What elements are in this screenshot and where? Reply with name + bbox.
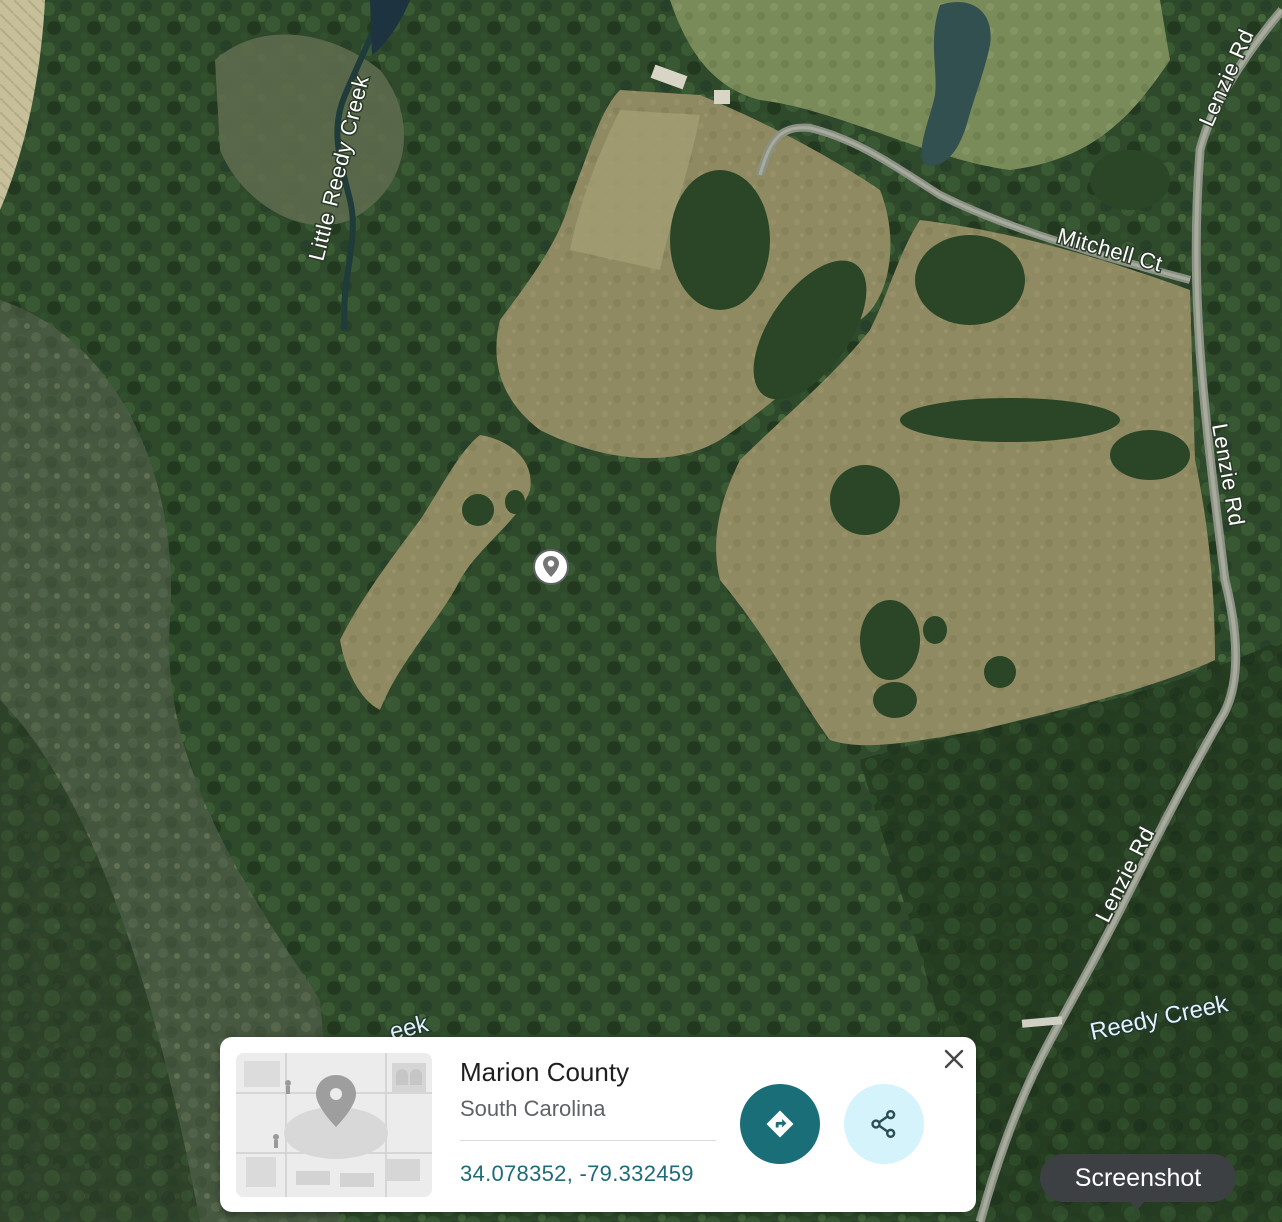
- share-button[interactable]: [844, 1084, 924, 1164]
- share-icon: [871, 1110, 896, 1138]
- divider: [460, 1140, 716, 1141]
- map-placeholder-icon[interactable]: [236, 1053, 432, 1197]
- place-title: Marion County: [460, 1057, 630, 1087]
- location-pin-icon[interactable]: [532, 548, 570, 586]
- place-subtitle: South Carolina: [460, 1096, 606, 1121]
- place-info-card: Marion County South Carolina 34.078352, …: [220, 1037, 976, 1212]
- directions-button[interactable]: [740, 1084, 820, 1164]
- coordinates-text[interactable]: 34.078352, -79.332459: [460, 1161, 694, 1187]
- close-icon: [944, 1049, 964, 1069]
- close-button[interactable]: [940, 1045, 968, 1073]
- screenshot-tooltip: Screenshot: [1040, 1154, 1236, 1202]
- tooltip-tail: [1128, 1200, 1146, 1210]
- directions-icon: [766, 1110, 794, 1138]
